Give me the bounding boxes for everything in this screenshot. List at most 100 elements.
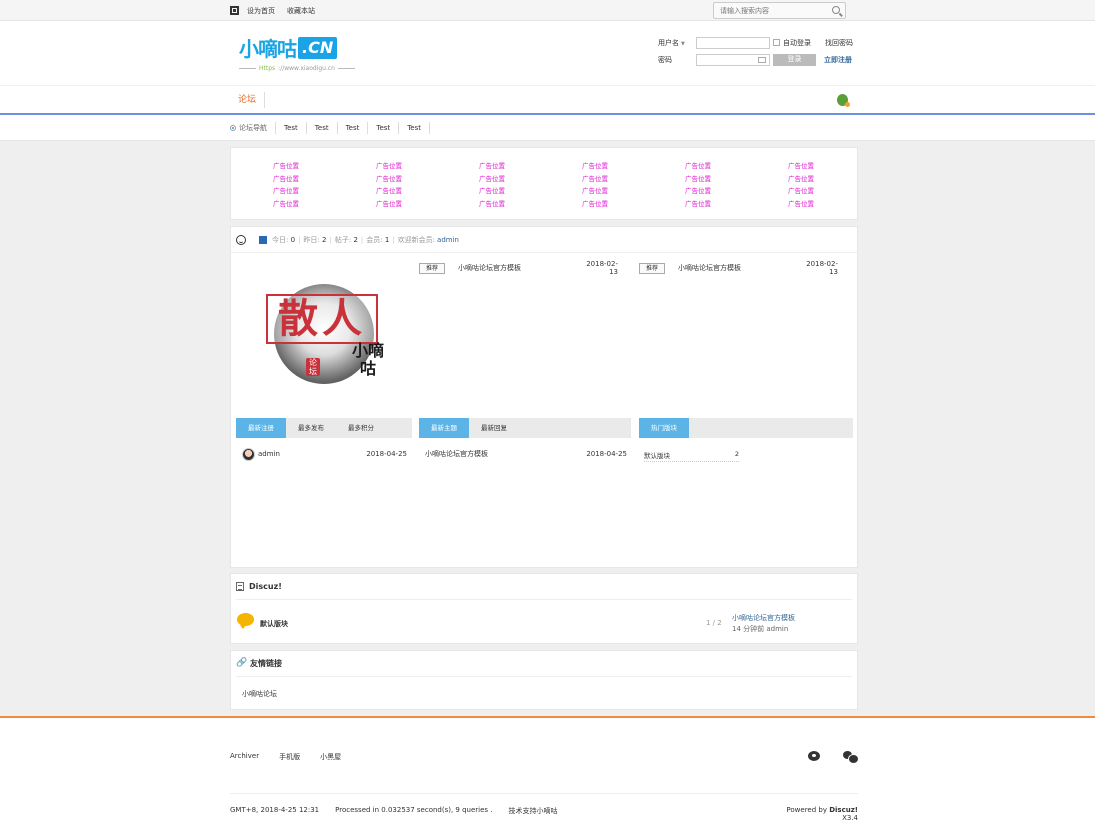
- ad-link[interactable]: 广告位置: [788, 161, 891, 172]
- document-icon: [236, 582, 244, 591]
- ad-grid: 广告位置 广告位置 广告位置 广告位置 广告位置 广告位置 广告位置 广告位置 …: [231, 148, 857, 209]
- stat-today-label: 今日:: [272, 235, 289, 244]
- search-box: [713, 2, 846, 19]
- recommend-badge: 推荐: [639, 262, 665, 274]
- member-name-link[interactable]: admin: [258, 450, 366, 458]
- ad-link[interactable]: 广告位置: [376, 199, 479, 210]
- forgot-password-link[interactable]: 找回密码: [825, 38, 853, 48]
- friend-link[interactable]: 小嘀咕论坛: [242, 689, 277, 699]
- ad-link[interactable]: 广告位置: [479, 161, 582, 172]
- chart-icon[interactable]: [259, 235, 267, 244]
- ad-link[interactable]: 广告位置: [479, 174, 582, 185]
- ad-link[interactable]: 广告位置: [685, 199, 788, 210]
- username-label[interactable]: 用户名 ▼: [658, 38, 696, 48]
- user-menu-icon[interactable]: [837, 94, 850, 107]
- sub-nav-item-test[interactable]: Test: [399, 122, 430, 134]
- ad-link[interactable]: 广告位置: [376, 174, 479, 185]
- tab-newest-replies[interactable]: 最新回复: [469, 418, 519, 438]
- sub-nav-item-test[interactable]: Test: [276, 122, 307, 134]
- thread-title-link[interactable]: 小嘀咕论坛官方模板: [425, 449, 586, 459]
- site-logo[interactable]: 小嘀咕 .CN Https://www.xiaodigu.cn: [239, 33, 355, 72]
- ad-link[interactable]: 广告位置: [273, 174, 376, 185]
- set-home-link[interactable]: 设为首页: [247, 6, 275, 16]
- username-label-text: 用户名: [658, 38, 679, 47]
- stat-members-label: 会员:: [366, 235, 383, 244]
- ad-link[interactable]: 广告位置: [685, 174, 788, 185]
- weibo-icon[interactable]: [808, 751, 820, 761]
- sub-nav-item-test[interactable]: Test: [338, 122, 369, 134]
- hot-board-link[interactable]: 默认版块: [644, 450, 670, 461]
- footer: Archiver 手机版 小黑屋 GMT+8, 2018-4-25 12:31 …: [0, 716, 1095, 830]
- login-button[interactable]: 登录: [773, 53, 816, 66]
- newest-member-link[interactable]: admin: [437, 236, 459, 244]
- sub-nav-forum-guide[interactable]: 论坛导航: [239, 122, 276, 134]
- recommend-badge: 推荐: [419, 262, 445, 274]
- tab-newest-threads[interactable]: 最新主题: [419, 418, 469, 438]
- hot-board-item: 默认版块 2: [644, 450, 739, 462]
- sub-nav-item-test[interactable]: Test: [307, 122, 338, 134]
- footer-support-link[interactable]: 技术支持小嘀咕: [509, 806, 558, 816]
- ad-link[interactable]: 广告位置: [788, 174, 891, 185]
- friend-links-section: 🔗 友情链接 小嘀咕论坛: [230, 650, 858, 710]
- board-last-post-link[interactable]: 小嘀咕论坛官方模板: [732, 613, 795, 623]
- ad-link[interactable]: 广告位置: [582, 186, 685, 197]
- tab-most-posts[interactable]: 最多发布: [286, 418, 336, 438]
- tab-hot-boards[interactable]: 热门版块: [639, 418, 689, 438]
- ad-link[interactable]: 广告位置: [479, 186, 582, 197]
- stat-separator: |: [392, 235, 395, 244]
- login-row-password: 密码 登录 立即注册: [658, 52, 858, 67]
- auto-login-checkbox[interactable]: [773, 39, 780, 46]
- register-link[interactable]: 立即注册: [824, 55, 852, 65]
- ad-link[interactable]: 广告位置: [479, 199, 582, 210]
- sub-nav-item-test[interactable]: Test: [368, 122, 400, 134]
- logo-url: ://www.xiaodigu.cn: [278, 65, 335, 72]
- avatar[interactable]: [242, 447, 255, 461]
- links-section-header: 🔗 友情链接: [236, 651, 852, 677]
- footer-link-mobile[interactable]: 手机版: [279, 752, 300, 762]
- thread-date: 2018-04-25: [586, 450, 627, 458]
- board-name-link[interactable]: 默认版块: [260, 619, 288, 629]
- qr-code-icon[interactable]: [230, 6, 239, 15]
- footer-link-blacklist[interactable]: 小黑屋: [320, 752, 341, 762]
- login-row-username: 用户名 ▼ 自动登录 找回密码: [658, 35, 858, 50]
- tab-most-points[interactable]: 最多积分: [336, 418, 386, 438]
- stat-today-value: 0: [290, 235, 296, 244]
- footer-link-archiver[interactable]: Archiver: [230, 752, 259, 762]
- ad-link[interactable]: 广告位置: [685, 161, 788, 172]
- bookmark-link[interactable]: 收藏本站: [287, 6, 315, 16]
- powered-brand-link[interactable]: Discuz!: [829, 806, 858, 814]
- footer-processed: Processed in 0.032537 second(s), 9 queri…: [335, 806, 493, 814]
- header: 小嘀咕 .CN Https://www.xiaodigu.cn 用户名 ▼ 自动登…: [0, 21, 1095, 85]
- board-last-post-meta: 14 分钟前 admin: [732, 625, 789, 633]
- search-icon[interactable]: [832, 6, 840, 14]
- ad-link[interactable]: 广告位置: [582, 174, 685, 185]
- stat-posts: 帖子: 2: [335, 235, 358, 245]
- logo-proto: Https: [259, 65, 276, 72]
- nav-item-forum[interactable]: 论坛: [230, 92, 266, 108]
- logo-line-left: [239, 68, 257, 69]
- recommend-title-link[interactable]: 小嘀咕论坛官方模板: [458, 263, 578, 273]
- speech-bubble-icon[interactable]: [237, 613, 254, 629]
- forum-section-title[interactable]: Discuz!: [249, 582, 282, 591]
- keyboard-icon[interactable]: [758, 56, 766, 63]
- search-input[interactable]: [714, 3, 824, 18]
- username-input[interactable]: [696, 36, 770, 49]
- tab-newest-members[interactable]: 最新注册: [236, 418, 286, 438]
- ad-link[interactable]: 广告位置: [788, 186, 891, 197]
- ad-link[interactable]: 广告位置: [273, 199, 376, 210]
- recommend-title-link[interactable]: 小嘀咕论坛官方模板: [678, 263, 798, 273]
- ad-link[interactable]: 广告位置: [376, 186, 479, 197]
- stats-row: 今日: 0 | 昨日: 2 | 帖子: 2 | 会员: 1 | 欢迎新会员: a…: [231, 227, 857, 253]
- logo-seal: 论坛: [306, 358, 320, 376]
- ad-link[interactable]: 广告位置: [788, 199, 891, 210]
- ad-link[interactable]: 广告位置: [582, 161, 685, 172]
- ad-link[interactable]: 广告位置: [376, 161, 479, 172]
- ad-link[interactable]: 广告位置: [273, 161, 376, 172]
- stat-members: 会员: 1: [366, 235, 389, 245]
- ad-link[interactable]: 广告位置: [685, 186, 788, 197]
- ad-link[interactable]: 广告位置: [273, 186, 376, 197]
- password-input[interactable]: [696, 53, 770, 66]
- logo-line-right: [337, 68, 355, 69]
- wechat-icon[interactable]: [843, 751, 859, 764]
- ad-link[interactable]: 广告位置: [582, 199, 685, 210]
